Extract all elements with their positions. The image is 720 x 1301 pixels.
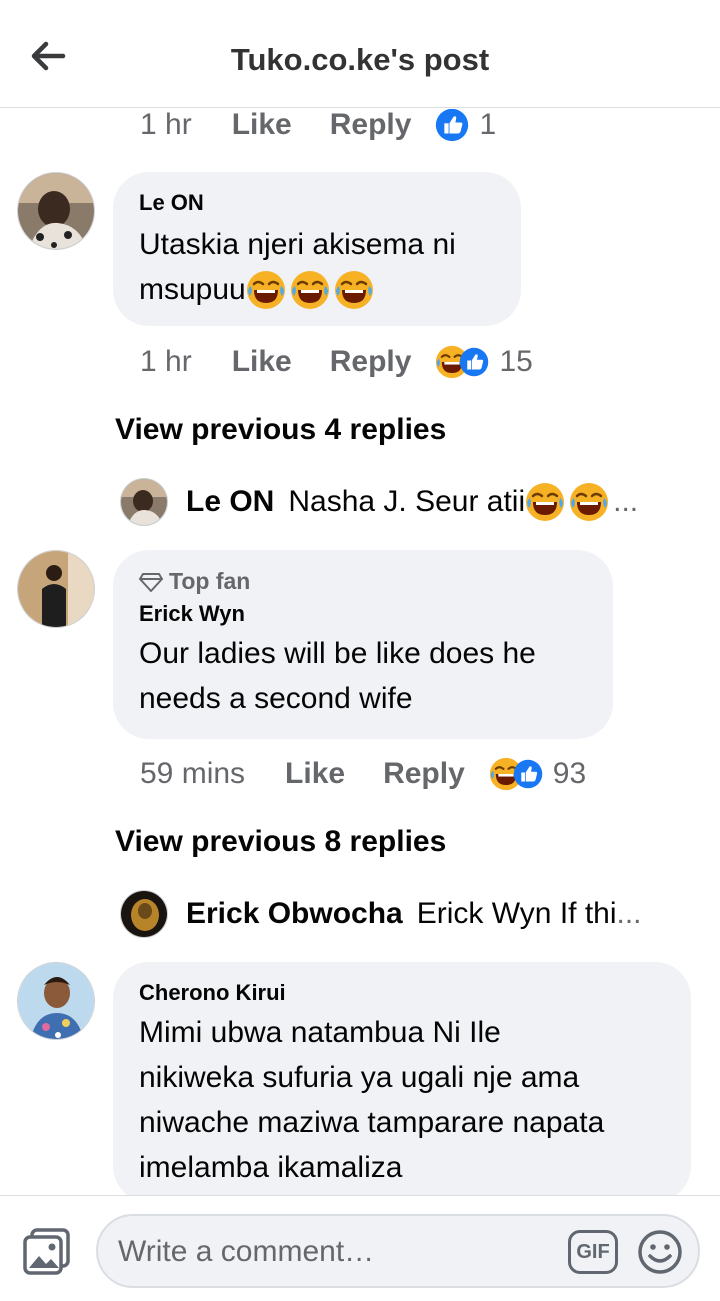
comment-line: Utaskia njeri akisema ni — [139, 228, 456, 261]
comment-text: Our ladies will be like does he needs a … — [139, 631, 587, 721]
avatar[interactable] — [17, 962, 95, 1040]
profile-photo — [18, 963, 94, 1039]
comment-line-text: msupuu — [139, 273, 246, 306]
laughing-emoji-icon — [334, 270, 374, 310]
comment-line: Mimi ubwa natambua Ni Ile — [139, 1016, 501, 1049]
avatar[interactable] — [17, 550, 95, 628]
top-fan-badge: Top fan — [139, 568, 587, 595]
comment-author[interactable]: Erick Wyn — [139, 601, 587, 627]
comment-line: imelamba ikamaliza — [139, 1151, 403, 1184]
comment-actions: 1 hr Like Reply 1 — [140, 109, 496, 143]
comment-actions: 1 hr Like Reply 15 — [140, 344, 533, 380]
laughing-emoji-icon — [569, 482, 609, 522]
photo-icon — [23, 1228, 70, 1275]
avatar[interactable] — [120, 890, 168, 938]
reaction-summary[interactable]: 93 — [489, 757, 586, 791]
comment-line: nikiweka sufuria ya ugali nje ama — [139, 1061, 580, 1094]
smiley-icon — [638, 1230, 682, 1274]
reaction-summary[interactable]: 1 — [435, 109, 496, 142]
reply-button[interactable]: Reply — [330, 345, 412, 379]
reaction-count: 1 — [479, 109, 497, 141]
comment-author[interactable]: Le ON — [139, 190, 495, 216]
like-button[interactable]: Like — [285, 757, 345, 791]
laughing-emoji-icon — [290, 270, 330, 310]
comment-bubble[interactable]: Le ON Utaskia njeri akisema ni msupuu — [113, 172, 521, 326]
comment-actions: 59 mins Like Reply 93 — [140, 756, 586, 792]
profile-photo — [18, 173, 94, 249]
comment-text: Mimi ubwa natambua Ni Ile nikiweka sufur… — [139, 1010, 665, 1190]
reply-author[interactable]: Le ON — [186, 485, 274, 519]
avatar[interactable] — [17, 172, 95, 250]
reaction-summary[interactable]: 15 — [435, 345, 533, 379]
top-bar: Tuko.co.ke's post — [0, 0, 720, 108]
like-button[interactable]: Like — [232, 345, 292, 379]
view-previous-replies[interactable]: View previous 8 replies — [115, 825, 446, 859]
comment-input[interactable] — [118, 1228, 548, 1276]
reply-author[interactable]: Erick Obwocha — [186, 897, 403, 931]
gif-button[interactable]: GIF — [568, 1230, 618, 1274]
diamond-icon — [139, 572, 163, 592]
profile-photo — [121, 479, 167, 525]
comment-composer: GIF — [0, 1195, 720, 1301]
comment-line: niwache maziwa tamparare napata — [139, 1106, 605, 1139]
laughing-emoji-icon — [525, 482, 565, 522]
page-title: Tuko.co.ke's post — [230, 42, 490, 77]
comment-time[interactable]: 59 mins — [140, 757, 245, 791]
reply-button[interactable]: Reply — [383, 757, 465, 791]
profile-photo — [121, 891, 167, 937]
reply-text: Erick Wyn If thi — [416, 897, 617, 930]
like-reaction-icon — [459, 347, 489, 377]
comment-line: Our ladies will be like does he — [139, 637, 536, 670]
reply-text: Nasha J. Seur atii — [288, 485, 526, 518]
profile-photo — [18, 551, 94, 627]
reply-button[interactable]: Reply — [330, 109, 412, 142]
comment-bubble[interactable]: Cherono Kirui Mimi ubwa natambua Ni Ile … — [113, 962, 691, 1195]
comment-author[interactable]: Cherono Kirui — [139, 980, 665, 1006]
truncation-ellipsis: ... — [616, 897, 642, 930]
view-previous-replies[interactable]: View previous 4 replies — [115, 413, 446, 447]
avatar[interactable] — [120, 478, 168, 526]
reaction-count: 93 — [552, 757, 587, 790]
truncation-ellipsis: ... — [613, 485, 639, 518]
reply-preview[interactable]: Le ON Nasha J. Seur atii ... — [120, 478, 638, 526]
comment-time[interactable]: 1 hr — [140, 109, 192, 142]
reply-preview[interactable]: Erick Obwocha Erick Wyn If thi ... — [120, 890, 642, 938]
laughing-emoji-icon — [246, 270, 286, 310]
comment-line: msupuu — [139, 267, 495, 312]
comment-input-box[interactable]: GIF — [96, 1214, 700, 1288]
like-reaction-icon — [435, 109, 469, 142]
comment-time[interactable]: 1 hr — [140, 345, 192, 379]
comments-list[interactable]: 1 hr Like Reply 1 Le ON Utaskia njeri ak… — [0, 109, 720, 1195]
like-reaction-icon — [513, 759, 543, 789]
comment-bubble[interactable]: Top fan Erick Wyn Our ladies will be lik… — [113, 550, 613, 739]
like-button[interactable]: Like — [232, 109, 292, 142]
comment-line: needs a second wife — [139, 682, 413, 715]
emoji-button[interactable] — [636, 1228, 684, 1276]
comment-text: Utaskia njeri akisema ni msupuu — [139, 222, 495, 312]
photo-button[interactable] — [22, 1226, 72, 1276]
reaction-count: 15 — [499, 345, 533, 378]
top-fan-label: Top fan — [169, 568, 251, 594]
